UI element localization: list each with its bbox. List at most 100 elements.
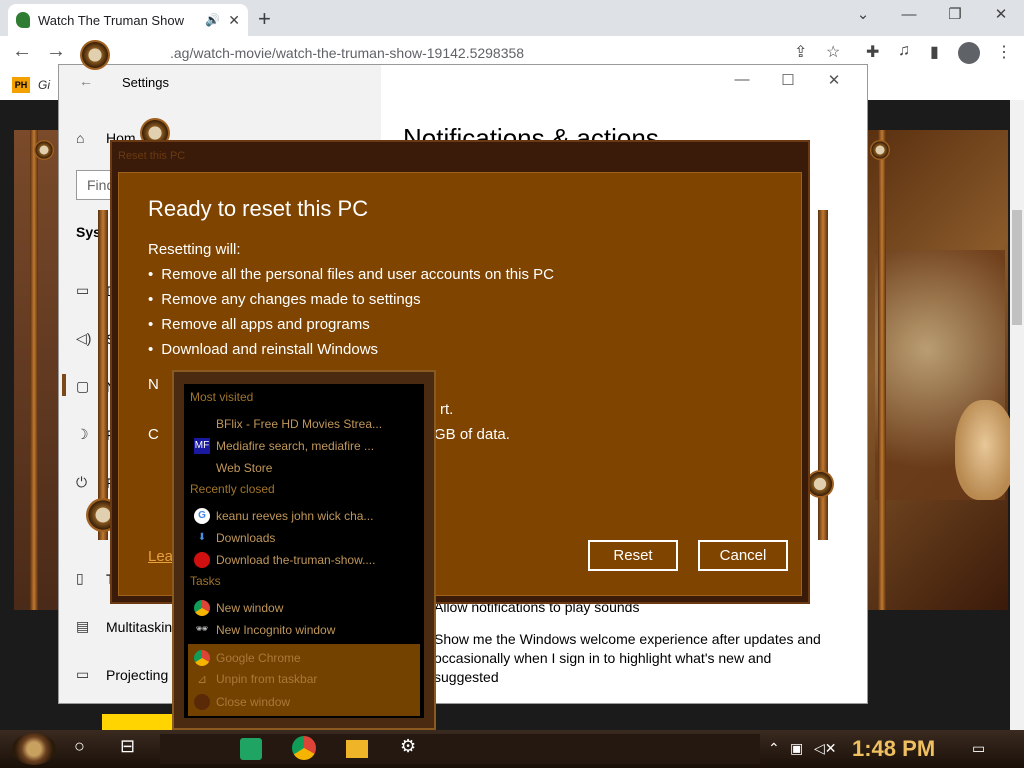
hamster-mascot — [955, 400, 1015, 500]
jump-list-item[interactable]: ⬇ Downloads — [194, 530, 276, 546]
setting-option-text: Show me the Windows welcome experience a… — [434, 631, 821, 647]
jump-list-item-label: Unpin from taskbar — [216, 672, 318, 686]
browser-window-controls: ⌄ — ❐ ✕ — [840, 0, 1024, 32]
back-arrow-icon[interactable]: ← — [79, 73, 93, 89]
jump-list-app-item[interactable]: ⊿ Unpin from taskbar — [194, 672, 317, 686]
settings-gear-icon[interactable]: ⚙ — [400, 736, 416, 757]
jump-list-item-label: Mediafire search, mediafire ... — [216, 439, 375, 453]
site-favicon-icon — [16, 12, 30, 28]
jump-list-app-item[interactable]: Google Chrome — [194, 650, 301, 666]
extensions-icon[interactable]: ✚ — [866, 42, 879, 62]
focus-assist-icon: ☽ — [76, 426, 89, 442]
tab-close-icon[interactable]: ✕ — [228, 12, 240, 29]
scrollbar-thumb[interactable] — [1012, 210, 1022, 325]
pipe-ornament — [878, 130, 886, 610]
restore-button[interactable]: ❐ — [932, 0, 978, 32]
profile-avatar[interactable] — [958, 42, 980, 64]
side-panel-icon[interactable]: ▮ — [930, 42, 939, 62]
back-icon[interactable]: ← — [12, 40, 32, 63]
close-button[interactable]: ✕ — [978, 0, 1024, 32]
reset-bullet: Download and reinstall Windows — [148, 341, 378, 358]
start-button[interactable] — [12, 733, 56, 765]
jump-list-item[interactable]: New window — [194, 600, 283, 616]
reset-intro: Resetting will: — [148, 241, 241, 258]
settings-titlebar: ← Settings — ☐ ✕ — [59, 65, 867, 99]
reset-dialog-title: Ready to reset this PC — [148, 196, 369, 221]
task-view-icon[interactable]: ⊟ — [120, 736, 135, 757]
jump-list-item-label: Google Chrome — [216, 651, 301, 665]
sheets-icon[interactable] — [240, 738, 262, 760]
network-icon[interactable]: ▣ — [790, 740, 803, 757]
speaker-icon[interactable]: 🔊 — [205, 13, 220, 27]
jump-list-item[interactable]: Download the-truman-show.... — [194, 552, 375, 568]
google-icon: G — [194, 508, 210, 524]
bflix-icon — [194, 416, 210, 432]
mediafire-icon: MF — [194, 438, 210, 454]
media-control-icon[interactable]: ♫ — [898, 42, 910, 60]
sidebar-item-tablet[interactable]: ▯ T — [76, 570, 115, 587]
address-bar[interactable]: .ag/watch-movie/watch-the-truman-show-19… — [90, 39, 850, 67]
settings-window-title: Settings — [122, 75, 169, 90]
sidebar-item-multitasking[interactable]: ▤ Multitaskin — [76, 618, 172, 635]
page-yellow-element — [102, 714, 174, 730]
maximize-button[interactable]: ☐ — [765, 71, 811, 89]
browser-tab[interactable]: Watch The Truman Show 🔊 ✕ — [8, 4, 248, 36]
settings-window-controls: — ☐ ✕ — [719, 71, 857, 89]
power-icon: ⏻ — [76, 474, 88, 490]
bookmark-link[interactable]: Gi — [38, 78, 50, 92]
jump-list-app-item[interactable]: Close window — [194, 694, 290, 710]
reset-bullet: Remove all the personal files and user a… — [148, 266, 554, 283]
webstore-icon — [194, 460, 210, 476]
close-button[interactable]: ✕ — [811, 71, 857, 89]
jump-list-item[interactable]: 🕶 New Incognito window — [194, 622, 336, 638]
taskbar-clock[interactable]: 1:48 PM — [852, 736, 935, 762]
new-tab-button[interactable]: + — [258, 6, 271, 32]
tab-search-icon[interactable]: ⌄ — [840, 0, 886, 32]
url-text: .ag/watch-movie/watch-the-truman-show-19… — [170, 45, 525, 61]
gear-icon — [806, 470, 834, 498]
volume-muted-icon[interactable]: ◁✕ — [814, 740, 837, 757]
chrome-icon — [194, 650, 210, 666]
bookmark-star-icon[interactable]: ☆ — [826, 42, 840, 62]
menu-icon[interactable]: ⋮ — [996, 42, 1012, 62]
minimize-button[interactable]: — — [719, 71, 765, 89]
incognito-icon: 🕶 — [195, 624, 209, 635]
reset-bullet: Remove any changes made to settings — [148, 291, 420, 308]
share-icon[interactable]: ⇪ — [794, 42, 807, 62]
setting-option-text: occasionally when I sign in to highlight… — [434, 650, 772, 666]
sidebar-item-projecting[interactable]: ▭ Projecting — [76, 666, 168, 683]
jump-list-item-label: Download the-truman-show.... — [216, 553, 376, 567]
page-scrollbar[interactable] — [1010, 100, 1024, 730]
bookmark-favicon-icon: PH — [12, 77, 30, 93]
jump-list-item-label: BFlix - Free HD Movies Strea... — [216, 417, 383, 431]
action-center-icon[interactable]: ▭ — [972, 740, 985, 757]
sidebar-item-focus-assist[interactable]: ☽ F — [76, 426, 115, 443]
jump-list-item[interactable]: BFlix - Free HD Movies Strea... — [194, 416, 382, 432]
minimize-button[interactable]: — — [886, 0, 932, 32]
jump-list-item-label: Downloads — [216, 531, 276, 545]
forward-icon[interactable]: → — [46, 40, 66, 63]
jump-list-item-label: Close window — [216, 695, 291, 709]
reset-bullet: Remove all apps and programs — [148, 316, 369, 333]
cancel-button[interactable]: Cancel — [698, 540, 788, 571]
projecting-icon: ▭ — [76, 666, 90, 682]
jump-list-item[interactable]: MF Mediafire search, mediafire ... — [194, 438, 374, 454]
sound-icon: ◁) — [76, 330, 92, 346]
jump-list-item[interactable]: Web Store — [194, 460, 272, 476]
search-circle-icon[interactable]: ○ — [74, 736, 85, 757]
file-explorer-icon[interactable] — [346, 740, 368, 758]
reset-button[interactable]: Reset — [588, 540, 678, 571]
learn-more-link[interactable]: Lea — [148, 548, 173, 565]
pipe-ornament — [98, 210, 108, 540]
tablet-icon: ▯ — [76, 570, 84, 586]
reset-dialog-header: Reset this PC — [118, 150, 186, 162]
gear-icon — [870, 140, 890, 160]
chevron-up-icon[interactable]: ⌃ — [768, 740, 780, 757]
jump-list-item-label: Web Store — [216, 461, 273, 475]
notifications-icon: ▢ — [76, 378, 90, 394]
chrome-taskbar-icon[interactable] — [292, 736, 316, 760]
mask-icon — [194, 552, 210, 568]
jump-list-item-label: keanu reeves john wick cha... — [216, 509, 374, 523]
gear-icon — [80, 40, 110, 70]
jump-list-item[interactable]: G keanu reeves john wick cha... — [194, 508, 373, 524]
